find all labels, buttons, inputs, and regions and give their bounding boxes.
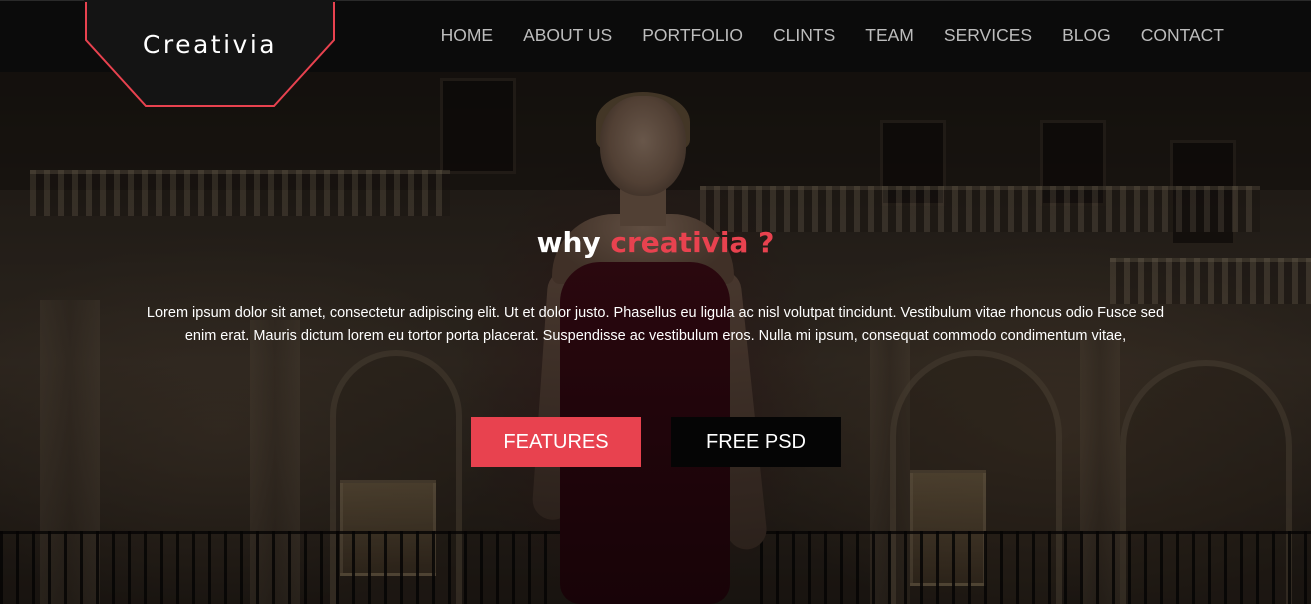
nav-item-clints[interactable]: CLINTS: [773, 25, 835, 46]
nav-item-about-us[interactable]: ABOUT US: [523, 25, 612, 46]
hero-headline-prefix: why: [536, 226, 601, 259]
nav-item-blog[interactable]: BLOG: [1062, 25, 1111, 46]
nav-item-home[interactable]: HOME: [441, 25, 494, 46]
hero-lead-text: Lorem ipsum dolor sit amet, consectetur …: [146, 305, 1165, 344]
logo-text: Creativia: [142, 30, 278, 59]
hero-headline: why creativia ?: [0, 226, 1311, 259]
nav-item-services[interactable]: SERVICES: [944, 25, 1032, 46]
nav-item-team[interactable]: TEAM: [865, 25, 914, 46]
site-logo[interactable]: Creativia: [84, 0, 336, 108]
nav-item-portfolio[interactable]: PORTFOLIO: [642, 25, 743, 46]
free-psd-button[interactable]: FREE PSD: [671, 417, 841, 467]
features-button[interactable]: FEATURES: [471, 417, 641, 467]
landing-page: Creativia HOME ABOUT US PORTFOLIO CLINTS…: [0, 0, 1311, 604]
nav-item-contact[interactable]: CONTACT: [1141, 25, 1224, 46]
main-nav: HOME ABOUT US PORTFOLIO CLINTS TEAM SERV…: [441, 0, 1224, 71]
hero-headline-accent: creativia ?: [610, 226, 775, 259]
